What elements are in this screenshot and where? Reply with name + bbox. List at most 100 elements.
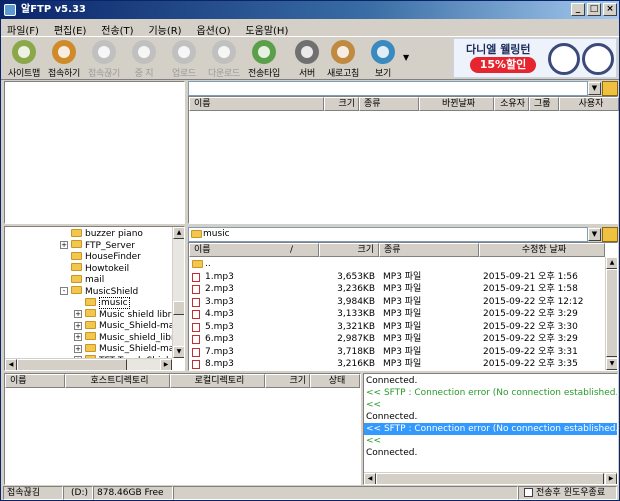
menu-edit[interactable]: 편집(E) [48,19,93,37]
remote-up-folder-button[interactable] [602,81,618,96]
toolbar-button-view[interactable]: 보기 [363,39,403,79]
scroll-down-arrow-icon[interactable]: ▼ [606,358,617,370]
file-name: 1.mp3 [205,271,234,282]
scroll-thumb[interactable] [606,269,617,357]
folder-icon [71,286,82,294]
local-path-input[interactable]: music [188,227,588,242]
toolbar-button-transfer-type[interactable]: 전송타입 [244,39,284,79]
tree-item[interactable]: + Music_shield_libr [74,332,175,344]
toolbar-button-upload[interactable]: 업로드 [164,39,204,79]
menu-function[interactable]: 기능(R) [142,19,187,37]
local-path-dropdown[interactable]: ▼ [588,228,601,241]
expand-icon[interactable]: + [74,310,82,318]
file-row[interactable]: 7.mp3 3,718KB MP3 파일 2015-09-22 오후 3:31 [189,346,593,359]
scroll-thumb[interactable] [376,473,604,484]
remote-col-user[interactable]: 사용자 [559,97,619,111]
local-col-type[interactable]: 종류 [379,243,479,257]
close-button[interactable]: × [603,3,617,16]
file-row[interactable]: .. [189,258,593,271]
toolbar-button-label: 다운로드 [208,69,240,79]
transfer-queue[interactable]: 이름 호스트디렉토리 로컬디렉토리 크기 상태 [4,373,361,485]
log-panel[interactable]: Connected. << SFTP : Connection error (No… [363,373,618,485]
scroll-right-arrow-icon[interactable]: ▶ [605,473,617,484]
remote-col-owner[interactable]: 소유자 [494,97,529,111]
expand-icon[interactable]: + [74,321,82,330]
tree-item[interactable]: buzzer piano [60,228,143,240]
tree-item[interactable]: + FTP_Server [60,240,135,252]
toolbar-button-download[interactable]: 다운로드 [204,39,244,79]
log-horizontal-scrollbar[interactable]: ◀ ▶ [364,472,617,484]
menu-file[interactable]: 파일(F) [1,19,45,37]
remote-file-list[interactable]: 이름 크기 종류 바뀐날짜 소유자 그룹 사용자 [188,96,619,224]
tree-item[interactable]: - MusicShield [60,286,138,298]
local-folder-tree[interactable]: buzzer piano + FTP_Server HouseFinder Howtok… [4,226,185,371]
toolbar-button-refresh[interactable]: 새로고침 [323,39,363,79]
remote-col-group[interactable]: 그룹 [529,97,559,111]
tree-item[interactable]: + Music_Shield-ma [74,320,174,332]
remote-path-input[interactable] [188,81,588,96]
menu-transfer[interactable]: 전송(T) [95,19,139,37]
remote-col-type[interactable]: 종류 [359,97,419,111]
file-row[interactable]: 4.mp3 3,133KB MP3 파일 2015-09-22 오후 3:29 [189,308,593,321]
tree-horizontal-scrollbar[interactable]: ◀ ▶ [5,358,172,370]
file-row[interactable]: 6.mp3 2,987KB MP3 파일 2015-09-22 오후 3:29 [189,333,593,346]
toolbar-button-server[interactable]: 서버 [287,39,327,79]
collapse-icon[interactable]: - [60,287,68,295]
queue-col-size[interactable]: 크기 [265,374,310,388]
toolbar-button-connect[interactable]: 접속하기 [44,39,84,79]
scroll-up-arrow-icon[interactable]: ▲ [173,227,184,239]
file-row[interactable]: 8.mp3 3,216KB MP3 파일 2015-09-22 오후 3:35 [189,358,593,370]
shutdown-after-transfer-option[interactable]: 전송후 윈도우종료 [518,486,617,500]
remote-tree-panel[interactable] [4,81,185,224]
tree-vertical-scrollbar[interactable]: ▲ ▼ [172,227,184,358]
tree-item[interactable]: + Music_Shield-ma [74,343,174,355]
title-bar[interactable]: 알FTP v5.33 _ □ × [1,1,619,19]
scroll-thumb[interactable] [17,359,127,370]
minimize-button[interactable]: _ [571,3,585,16]
local-file-list[interactable]: 이름 / 크기 종류 수정한 날짜 .. 1.mp3 3,653KB MP3 파일 20… [188,242,618,371]
toolbar-button-label: 접속끊기 [88,69,120,79]
scroll-left-arrow-icon[interactable]: ◀ [5,359,17,370]
menu-options[interactable]: 옵션(O) [190,19,236,37]
file-row[interactable]: 3.mp3 3,984KB MP3 파일 2015-09-22 오후 12:12 [189,296,593,309]
remote-col-name[interactable]: 이름 [189,97,324,111]
file-row[interactable]: 5.mp3 3,321KB MP3 파일 2015-09-22 오후 3:30 [189,321,593,334]
local-col-date[interactable]: 수정한 날짜 [479,243,605,257]
expand-icon[interactable]: + [60,241,68,249]
local-up-folder-button[interactable] [602,227,618,242]
remote-col-date[interactable]: 바뀐날짜 [419,97,494,111]
tree-item[interactable]: HouseFinder [60,251,141,263]
queue-col-status[interactable]: 상태 [310,374,360,388]
shutdown-checkbox[interactable] [524,487,533,497]
scroll-right-arrow-icon[interactable]: ▶ [160,359,172,370]
toolbar-button-label: 보기 [375,69,391,79]
remote-col-size[interactable]: 크기 [324,97,359,111]
maximize-button[interactable]: □ [587,3,601,16]
scroll-down-arrow-icon[interactable]: ▼ [173,346,184,358]
local-col-size[interactable]: 크기 [319,243,379,257]
file-row[interactable]: 2.mp3 3,236KB MP3 파일 2015-09-21 오후 1:58 [189,283,593,296]
toolbar-button-sitemap[interactable]: 사이트맵 [4,39,44,79]
scroll-left-arrow-icon[interactable]: ◀ [364,473,376,484]
file-row[interactable]: 1.mp3 3,653KB MP3 파일 2015-09-21 오후 1:56 [189,271,593,284]
expand-icon[interactable]: + [74,333,82,341]
queue-col-host-dir[interactable]: 호스트디렉토리 [65,374,170,388]
tree-item[interactable]: + Music shield libra [74,309,175,321]
toolbar-button-stop[interactable]: 중 지 [124,39,164,79]
expand-icon[interactable]: + [74,344,82,353]
view-dropdown-arrow-icon[interactable]: ▼ [403,53,409,62]
tree-item[interactable]: mail [60,274,104,286]
queue-col-local-dir[interactable]: 로컬디렉토리 [170,374,265,388]
remote-path-dropdown[interactable]: ▼ [588,82,601,95]
scroll-thumb[interactable] [173,301,184,315]
tree-item[interactable]: music [74,297,130,309]
folder-icon [71,240,82,248]
queue-col-name[interactable]: 이름 [5,374,65,388]
files-vertical-scrollbar[interactable]: ▲ ▼ [605,257,617,370]
tree-item[interactable]: Howtokeil [60,263,129,275]
ad-banner[interactable]: 다니엘 웰링턴 15%할인 [453,38,617,78]
toolbar-button-disconnect[interactable]: 접속끊기 [84,39,124,79]
local-col-name[interactable]: 이름 / [189,243,319,257]
scroll-up-arrow-icon[interactable]: ▲ [606,257,617,269]
menu-help[interactable]: 도움말(H) [239,19,294,37]
